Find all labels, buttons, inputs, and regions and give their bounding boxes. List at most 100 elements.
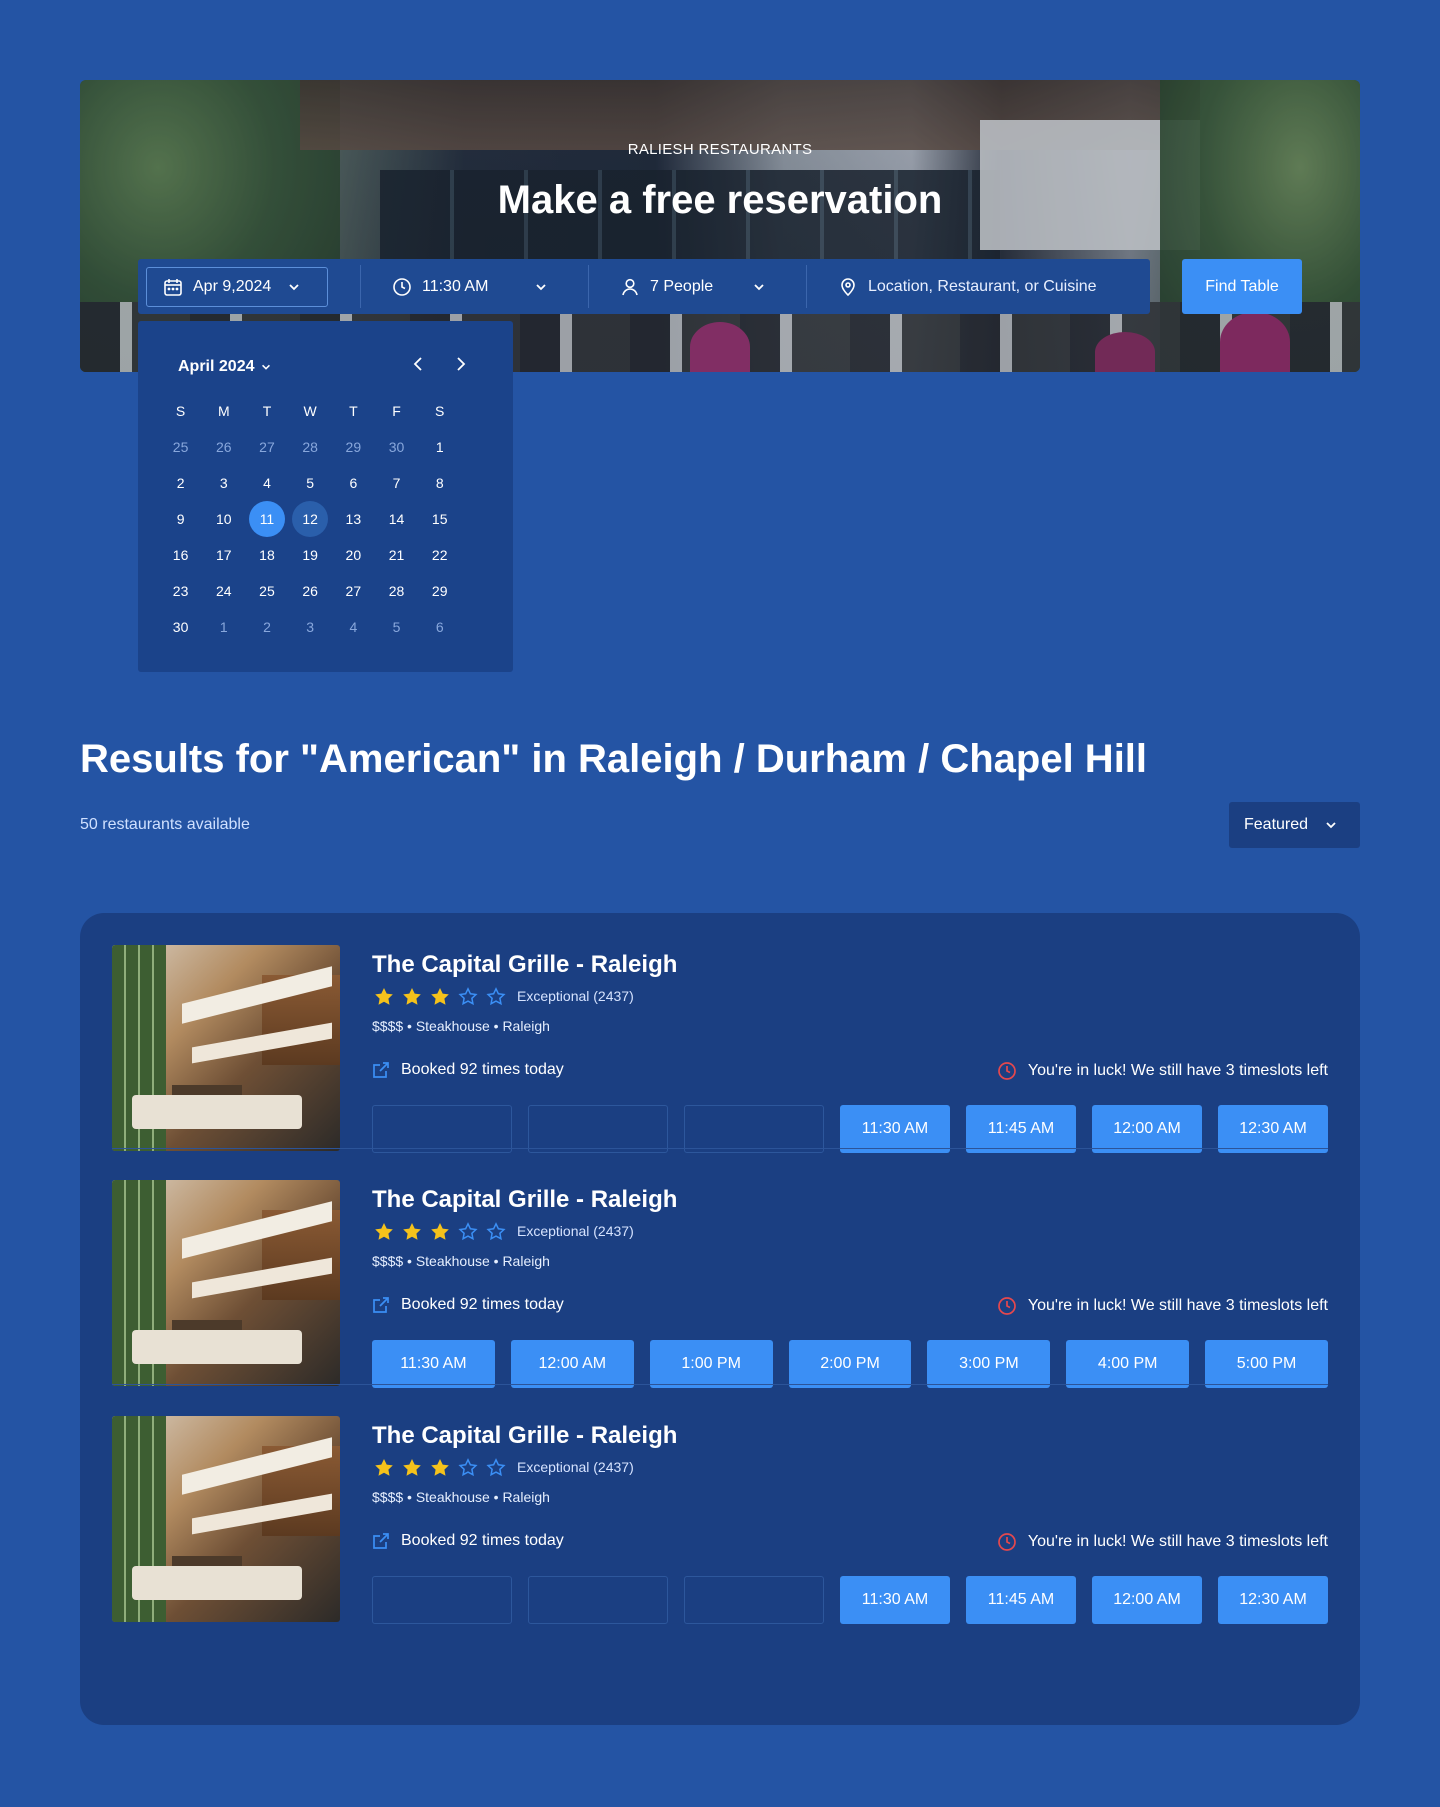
calendar-day[interactable]: 2 — [159, 465, 202, 501]
calendar-day[interactable]: 26 — [289, 573, 332, 609]
timeslot-button[interactable]: 11:30 AM — [840, 1105, 950, 1153]
calendar-day[interactable]: 26 — [202, 429, 245, 465]
timeslot-button[interactable]: 12:00 AM — [1092, 1105, 1202, 1153]
calendar-day[interactable]: 8 — [418, 465, 461, 501]
timeslot-button[interactable]: 3:00 PM — [927, 1340, 1051, 1388]
restaurant-name[interactable]: The Capital Grille - Raleigh — [372, 951, 677, 979]
date-picker[interactable]: Apr 9,2024 — [146, 266, 328, 307]
star-icon — [372, 1221, 395, 1241]
calendar-day[interactable]: 21 — [375, 537, 418, 573]
restaurant-photo[interactable] — [112, 945, 340, 1151]
time-select[interactable]: 11:30 AM — [360, 259, 588, 314]
prev-month-button[interactable] — [410, 355, 428, 373]
chevron-down-icon — [1324, 818, 1338, 832]
calendar-day[interactable]: 25 — [245, 573, 288, 609]
calendar-day[interactable]: 28 — [375, 573, 418, 609]
timeslot-button[interactable]: 5:00 PM — [1205, 1340, 1329, 1388]
calendar-day[interactable]: 1 — [418, 429, 461, 465]
next-month-button[interactable] — [451, 355, 469, 373]
calendar-day[interactable]: 27 — [245, 429, 288, 465]
calendar-day[interactable]: 4 — [245, 465, 288, 501]
timeslot-button[interactable]: 2:00 PM — [788, 1340, 912, 1388]
location-input[interactable]: Location, Restaurant, or Cuisine — [806, 259, 1150, 314]
timeslot-button[interactable]: 12:30 AM — [1218, 1105, 1328, 1153]
calendar-day[interactable]: 25 — [159, 429, 202, 465]
calendar-day[interactable]: 16 — [159, 537, 202, 573]
calendar-day[interactable]: 14 — [375, 501, 418, 537]
calendar-day[interactable]: 19 — [289, 537, 332, 573]
people-select[interactable]: 7 People — [588, 259, 806, 314]
calendar-day[interactable]: 20 — [332, 537, 375, 573]
weekday-label: T — [262, 403, 272, 419]
list-divider — [112, 1384, 1328, 1385]
restaurant-name[interactable]: The Capital Grille - Raleigh — [372, 1422, 677, 1450]
calendar-day[interactable]: 7 — [375, 465, 418, 501]
calendar-day[interactable]: 10 — [202, 501, 245, 537]
month-select[interactable]: April 2024 — [178, 358, 272, 376]
calendar-day[interactable]: 23 — [159, 573, 202, 609]
timeslot-notice-text: You're in luck! We still have 3 timeslot… — [1027, 1297, 1328, 1314]
external-link-icon — [372, 1532, 390, 1550]
calendar-day[interactable]: 24 — [202, 573, 245, 609]
restaurant-name[interactable]: The Capital Grille - Raleigh — [372, 1186, 677, 1214]
restaurant-photo[interactable] — [112, 1416, 340, 1622]
star-icon — [372, 986, 395, 1006]
find-table-button[interactable]: Find Table — [1182, 259, 1302, 314]
week-row: 25 26 27 28 29 30 1 — [159, 429, 503, 465]
booked-count: Booked 92 times today — [372, 1061, 564, 1079]
restaurant-photo[interactable] — [112, 1180, 340, 1386]
calendar-day[interactable]: 2 — [245, 609, 288, 645]
timeslot-button[interactable]: 11:30 AM — [840, 1576, 950, 1624]
timeslot-notice: You're in luck! We still have 3 timeslot… — [997, 1061, 1328, 1081]
timeslot-button[interactable]: 11:45 AM — [966, 1576, 1076, 1624]
week-row: 2 3 4 5 6 7 8 — [159, 465, 503, 501]
calendar-day[interactable]: 28 — [289, 429, 332, 465]
calendar-day[interactable]: 13 — [332, 501, 375, 537]
calendar-day[interactable]: 29 — [332, 429, 375, 465]
calendar-day[interactable]: 6 — [418, 609, 461, 645]
timeslot-button[interactable]: 1:00 PM — [649, 1340, 773, 1388]
calendar-day[interactable]: 15 — [418, 501, 461, 537]
timeslot-button[interactable]: 11:45 AM — [966, 1105, 1076, 1153]
booked-text: Booked 92 times today — [401, 1532, 564, 1549]
timeslot-button[interactable]: 11:30 AM — [372, 1340, 495, 1388]
timeslot-button[interactable]: 12:30 AM — [1218, 1576, 1328, 1624]
calendar-day-selected[interactable]: 11 — [245, 501, 288, 537]
clock-alert-icon — [997, 1296, 1017, 1316]
calendar-day[interactable]: 29 — [418, 573, 461, 609]
weekday-label: S — [435, 403, 445, 419]
timeslot-button[interactable]: 12:00 AM — [510, 1340, 634, 1388]
week-row: 16 17 18 19 20 21 22 — [159, 537, 503, 573]
timeslot-notice-text: You're in luck! We still have 3 timeslot… — [1027, 1062, 1328, 1079]
booked-text: Booked 92 times today — [401, 1061, 564, 1078]
calendar-day[interactable]: 3 — [202, 465, 245, 501]
calendar-day[interactable]: 6 — [332, 465, 375, 501]
week-row: 9 10 11 12 13 14 15 — [159, 501, 503, 537]
calendar-day-highlighted[interactable]: 12 — [289, 501, 332, 537]
restaurant-item: The Capital Grille - Raleigh Exceptional … — [112, 1180, 1329, 1418]
timeslot-unavailable — [372, 1105, 512, 1153]
calendar-day[interactable]: 27 — [332, 573, 375, 609]
location-pin-icon — [838, 277, 858, 297]
calendar-day[interactable]: 17 — [202, 537, 245, 573]
star-icon — [400, 986, 423, 1006]
star-icon — [428, 1221, 451, 1241]
month-label: April 2024 — [178, 358, 255, 375]
calendar-day[interactable]: 30 — [159, 609, 202, 645]
calendar-popover: April 2024 S M T W T F S 25 26 27 28 29 — [138, 321, 513, 672]
sort-dropdown[interactable]: Featured — [1229, 802, 1360, 848]
timeslot-button[interactable]: 4:00 PM — [1066, 1340, 1190, 1388]
chevron-down-icon — [260, 361, 272, 373]
calendar-day[interactable]: 1 — [202, 609, 245, 645]
calendar-day[interactable]: 4 — [332, 609, 375, 645]
calendar-day[interactable]: 30 — [375, 429, 418, 465]
calendar-day[interactable]: 22 — [418, 537, 461, 573]
calendar-day[interactable]: 5 — [289, 465, 332, 501]
timeslot-button[interactable]: 12:00 AM — [1092, 1576, 1202, 1624]
calendar-day[interactable]: 9 — [159, 501, 202, 537]
week-row: 23 24 25 26 27 28 29 — [159, 573, 503, 609]
calendar-day[interactable]: 18 — [245, 537, 288, 573]
calendar-day[interactable]: 3 — [289, 609, 332, 645]
calendar-day[interactable]: 5 — [375, 609, 418, 645]
booked-text: Booked 92 times today — [401, 1296, 564, 1313]
